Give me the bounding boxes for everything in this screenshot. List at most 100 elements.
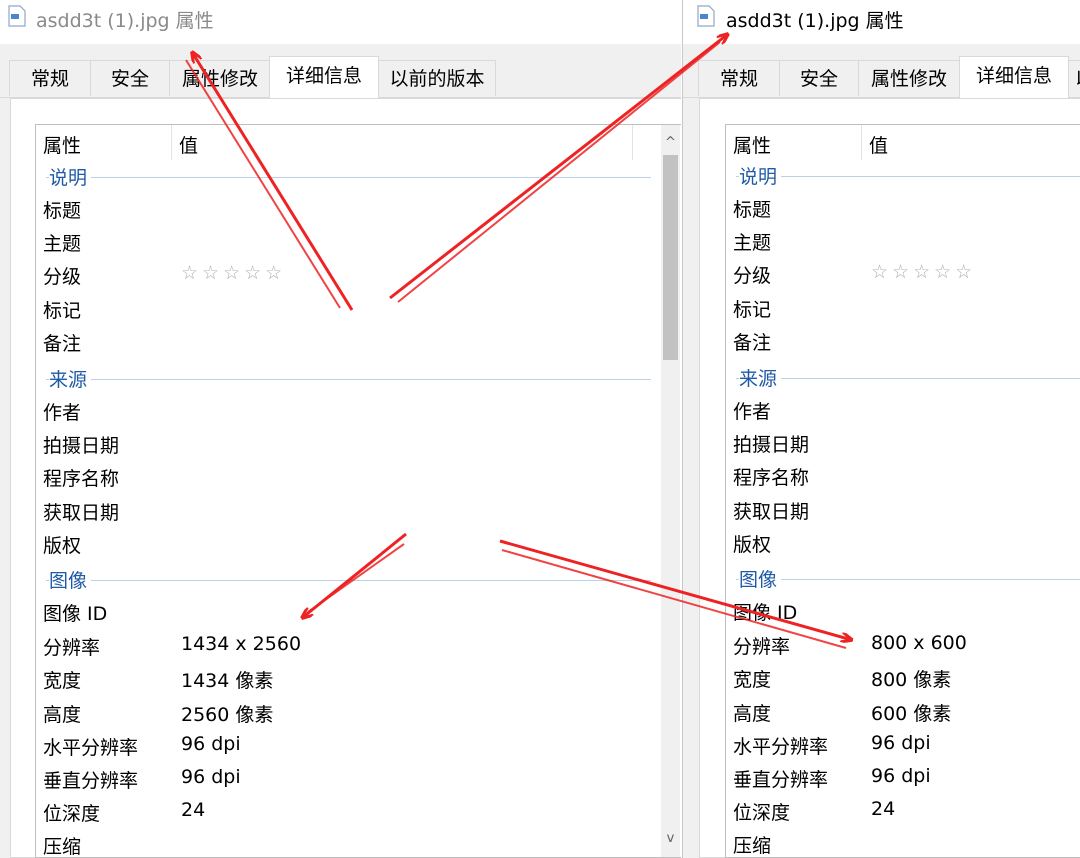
property-value[interactable]: 96 dpi (871, 765, 931, 787)
list-item[interactable]: 作者 (726, 394, 1080, 427)
property-list: 属性 值 说明 标题 主题 分级 ☆☆☆☆☆ 标记 备注 来源 作者 拍摄日期 程… (35, 124, 681, 858)
list-item[interactable]: 位深度 24 (36, 796, 681, 829)
property-label: 高度 (43, 704, 82, 726)
list-item[interactable]: 高度 2560 像素 (36, 697, 681, 730)
list-item[interactable]: 标记 (36, 293, 681, 326)
property-list: 属性 值 说明 标题 主题 分级 ☆☆☆☆☆ 标记 备注 来源 作者 拍摄日期 程… (725, 124, 1080, 858)
tab-previous-versions[interactable]: 以 (1068, 60, 1080, 96)
file-image-icon (8, 5, 26, 27)
property-label: 版权 (43, 535, 82, 557)
list-item[interactable]: 位深度 24 (726, 795, 1080, 828)
property-label: 压缩 (43, 836, 82, 858)
tab-property-edit[interactable]: 属性修改 (858, 60, 960, 96)
rating-stars[interactable]: ☆☆☆☆☆ (871, 261, 976, 283)
property-value[interactable]: 2560 像素 (181, 700, 273, 727)
property-label: 分辨率 (43, 637, 101, 659)
list-item[interactable]: 垂直分辨率 96 dpi (36, 763, 681, 796)
tab-details[interactable]: 详细信息 (269, 56, 379, 98)
list-item[interactable]: 拍摄日期 (36, 428, 681, 461)
vertical-scrollbar[interactable]: ^ v (661, 125, 680, 857)
property-label: 宽度 (43, 670, 82, 692)
list-item[interactable]: 分辨率 800 x 600 (726, 629, 1080, 662)
tab-property-edit[interactable]: 属性修改 (169, 60, 271, 96)
tab-general[interactable]: 常规 (9, 60, 91, 96)
property-label: 备注 (43, 333, 82, 355)
property-value[interactable]: 96 dpi (181, 733, 241, 755)
property-value[interactable]: 24 (181, 799, 205, 821)
list-item[interactable]: 图像 ID (726, 595, 1080, 628)
list-item[interactable]: 标记 (726, 292, 1080, 325)
list-item[interactable]: 宽度 800 像素 (726, 662, 1080, 695)
rating-stars[interactable]: ☆☆☆☆☆ (181, 262, 286, 284)
column-header-property[interactable]: 属性 (43, 131, 81, 158)
property-value[interactable]: 800 x 600 (871, 632, 967, 654)
scroll-down-icon[interactable]: v (661, 829, 680, 849)
list-item[interactable]: 垂直分辨率 96 dpi (726, 762, 1080, 795)
property-value[interactable]: 600 像素 (871, 699, 951, 726)
property-value[interactable]: 96 dpi (871, 732, 931, 754)
scroll-up-icon[interactable]: ^ (661, 133, 680, 153)
tab-general[interactable]: 常规 (698, 60, 780, 96)
tab-security[interactable]: 安全 (90, 60, 170, 96)
property-label: 分级 (43, 266, 82, 288)
group-label: 说明 (739, 162, 782, 189)
list-item[interactable]: 分级 ☆☆☆☆☆ (36, 259, 681, 292)
list-item[interactable]: 作者 (36, 395, 681, 428)
scrollbar-thumb[interactable] (663, 155, 678, 360)
property-label: 版权 (733, 534, 772, 556)
list-item[interactable]: 水平分辨率 96 dpi (36, 730, 681, 763)
list-item[interactable]: 程序名称 (726, 460, 1080, 493)
list-item[interactable]: 分级 ☆☆☆☆☆ (726, 258, 1080, 291)
column-divider[interactable] (861, 125, 862, 160)
tab-details[interactable]: 详细信息 (959, 56, 1069, 98)
group-divider (736, 176, 1080, 177)
property-label: 分级 (733, 265, 772, 287)
list-item[interactable]: 主题 (36, 226, 681, 259)
property-label: 水平分辨率 (733, 736, 829, 758)
property-label: 拍摄日期 (43, 435, 120, 457)
list-item[interactable]: 程序名称 (36, 461, 681, 494)
list-item[interactable]: 版权 (726, 527, 1080, 560)
column-divider[interactable] (171, 125, 172, 160)
property-value[interactable]: 1434 x 2560 (181, 633, 301, 655)
list-item[interactable]: 压缩 (36, 829, 681, 858)
list-item[interactable]: 拍摄日期 (726, 427, 1080, 460)
property-label: 图像 ID (733, 602, 798, 624)
column-divider[interactable] (632, 125, 633, 160)
group-divider (736, 378, 1080, 379)
property-value[interactable]: 1434 像素 (181, 666, 273, 693)
list-item[interactable]: 标题 (726, 192, 1080, 225)
list-item[interactable]: 标题 (36, 193, 681, 226)
property-label: 作者 (733, 401, 772, 423)
property-label: 垂直分辨率 (733, 769, 829, 791)
property-value[interactable]: 800 像素 (871, 665, 951, 692)
group-divider (46, 379, 651, 380)
list-item[interactable]: 分辨率 1434 x 2560 (36, 630, 681, 663)
title-bar: asdd3t (1).jpg 属性 (683, 0, 1080, 44)
list-item[interactable]: 高度 600 像素 (726, 696, 1080, 729)
property-label: 水平分辨率 (43, 737, 139, 759)
list-item[interactable]: 获取日期 (36, 495, 681, 528)
group-label: 图像 (739, 565, 782, 592)
group-label: 图像 (49, 566, 92, 593)
column-header-property[interactable]: 属性 (733, 131, 771, 158)
list-item[interactable]: 备注 (726, 325, 1080, 358)
property-value[interactable]: 24 (871, 798, 895, 820)
list-item[interactable]: 版权 (36, 528, 681, 561)
property-label: 位深度 (43, 803, 101, 825)
list-item[interactable]: 图像 ID (36, 596, 681, 629)
list-item[interactable]: 水平分辨率 96 dpi (726, 729, 1080, 762)
tab-security[interactable]: 安全 (779, 60, 859, 96)
list-item[interactable]: 获取日期 (726, 494, 1080, 527)
list-item[interactable]: 宽度 1434 像素 (36, 663, 681, 696)
column-header-value[interactable]: 值 (869, 131, 888, 158)
list-item[interactable]: 主题 (726, 225, 1080, 258)
tab-previous-versions[interactable]: 以前的版本 (378, 60, 496, 96)
property-label: 拍摄日期 (733, 434, 810, 456)
title-bar: asdd3t (1).jpg 属性 (0, 0, 681, 44)
group-divider (46, 177, 651, 178)
list-item[interactable]: 备注 (36, 326, 681, 359)
column-header-value[interactable]: 值 (179, 131, 198, 158)
property-value[interactable]: 96 dpi (181, 766, 241, 788)
list-item[interactable]: 压缩 (726, 828, 1080, 857)
